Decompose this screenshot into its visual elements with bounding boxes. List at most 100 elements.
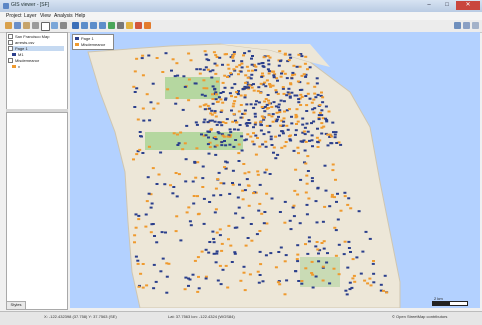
map-point [262, 117, 266, 120]
map-point [307, 236, 311, 239]
legend-item: Misdemeanor [75, 42, 105, 47]
map-point [197, 212, 201, 215]
map-point [259, 129, 263, 132]
layer-checkbox[interactable] [8, 58, 13, 64]
map-point [263, 171, 267, 174]
map-point [132, 85, 136, 88]
zoom-full-icon[interactable] [72, 22, 79, 29]
map-point [175, 215, 179, 218]
map-point [237, 73, 240, 76]
map-point [366, 282, 370, 285]
measure-icon[interactable] [117, 22, 124, 29]
map-point [155, 241, 159, 244]
layer-row-v[interactable]: v [12, 64, 20, 69]
map-point [249, 135, 253, 138]
map-point [217, 121, 221, 124]
map-point [292, 64, 296, 67]
menu-analysis[interactable]: Analysis [54, 13, 73, 19]
plugin-icon[interactable] [135, 22, 142, 29]
map-point [295, 94, 299, 97]
map-point [243, 52, 247, 55]
layer-checkbox[interactable] [8, 40, 13, 46]
map-point [204, 53, 208, 56]
map-point [244, 74, 248, 77]
minimize-button[interactable]: – [420, 1, 438, 10]
map-point [332, 131, 335, 134]
map-point [231, 105, 235, 108]
map-point [212, 237, 216, 240]
menu-help[interactable]: Help [75, 13, 85, 19]
layer-row-csv[interactable]: arrests.csv [8, 40, 34, 46]
menu-view[interactable]: View [40, 13, 51, 19]
map-point [328, 282, 332, 285]
map-point [151, 82, 155, 85]
map-point [291, 206, 295, 209]
open-icon[interactable] [5, 22, 12, 29]
map-point [331, 163, 335, 166]
map-point [136, 262, 140, 265]
layer-row-map[interactable]: San Francisco Map [8, 34, 49, 40]
layer-label: Misdemeanor [15, 58, 40, 63]
map-point [232, 102, 236, 105]
maximize-button[interactable]: □ [438, 1, 456, 10]
layer-row-page1[interactable]: Page 1 [8, 46, 64, 52]
close-button[interactable]: ✕ [456, 1, 480, 10]
layer-row-m1[interactable]: M1 [12, 52, 24, 57]
map-point [256, 270, 260, 273]
map-point [282, 92, 286, 95]
identify-icon[interactable] [60, 22, 67, 29]
map-point [307, 197, 311, 200]
map-point [277, 251, 281, 253]
folder-icon[interactable] [23, 22, 30, 29]
map-point [262, 133, 266, 136]
map-point [310, 122, 313, 125]
zoom-out-icon[interactable] [90, 22, 97, 29]
map-point [208, 107, 212, 110]
map-point [214, 91, 218, 94]
map-point [250, 86, 254, 89]
layer-checkbox[interactable] [8, 34, 13, 40]
map-point [385, 291, 389, 294]
menu-project[interactable]: Project [6, 13, 22, 19]
zoom-layer-icon[interactable] [99, 22, 106, 29]
map-point [142, 119, 146, 122]
settings-icon[interactable] [463, 22, 470, 29]
refresh-icon[interactable] [108, 22, 115, 29]
map-point [187, 277, 190, 280]
grid-icon[interactable] [472, 22, 479, 29]
menu-layer[interactable]: Layer [24, 13, 37, 19]
label-icon[interactable] [126, 22, 133, 29]
layer-checkbox[interactable] [8, 46, 13, 52]
map-point [172, 186, 176, 188]
map-point [196, 290, 200, 293]
layer-row-misdemeanor[interactable]: Misdemeanor [8, 58, 40, 64]
map-point [193, 259, 197, 262]
map-point [141, 107, 145, 110]
pan-icon[interactable] [51, 22, 58, 29]
help-icon[interactable] [454, 22, 461, 29]
zoom-in-icon[interactable] [81, 22, 88, 29]
map-point [212, 241, 216, 244]
map-point [184, 180, 188, 183]
map-point [306, 170, 310, 172]
save-icon[interactable] [14, 22, 21, 29]
panel-tab[interactable]: Styles [6, 301, 26, 310]
map-point [246, 133, 250, 136]
map-point [226, 63, 230, 66]
map-point [207, 136, 210, 139]
add-layer-icon[interactable] [144, 22, 151, 29]
map-point [300, 282, 304, 285]
map-point [279, 99, 283, 102]
map-point [196, 161, 200, 164]
map-point [214, 98, 218, 101]
select-icon[interactable] [41, 22, 50, 31]
print-icon[interactable] [32, 22, 39, 29]
map-point [281, 124, 285, 127]
map-point [342, 253, 346, 256]
map-point [334, 254, 338, 257]
map-point [306, 155, 310, 158]
map-point [321, 220, 325, 223]
map-point [200, 250, 204, 253]
map-point [352, 274, 356, 277]
map-canvas[interactable] [70, 32, 480, 308]
